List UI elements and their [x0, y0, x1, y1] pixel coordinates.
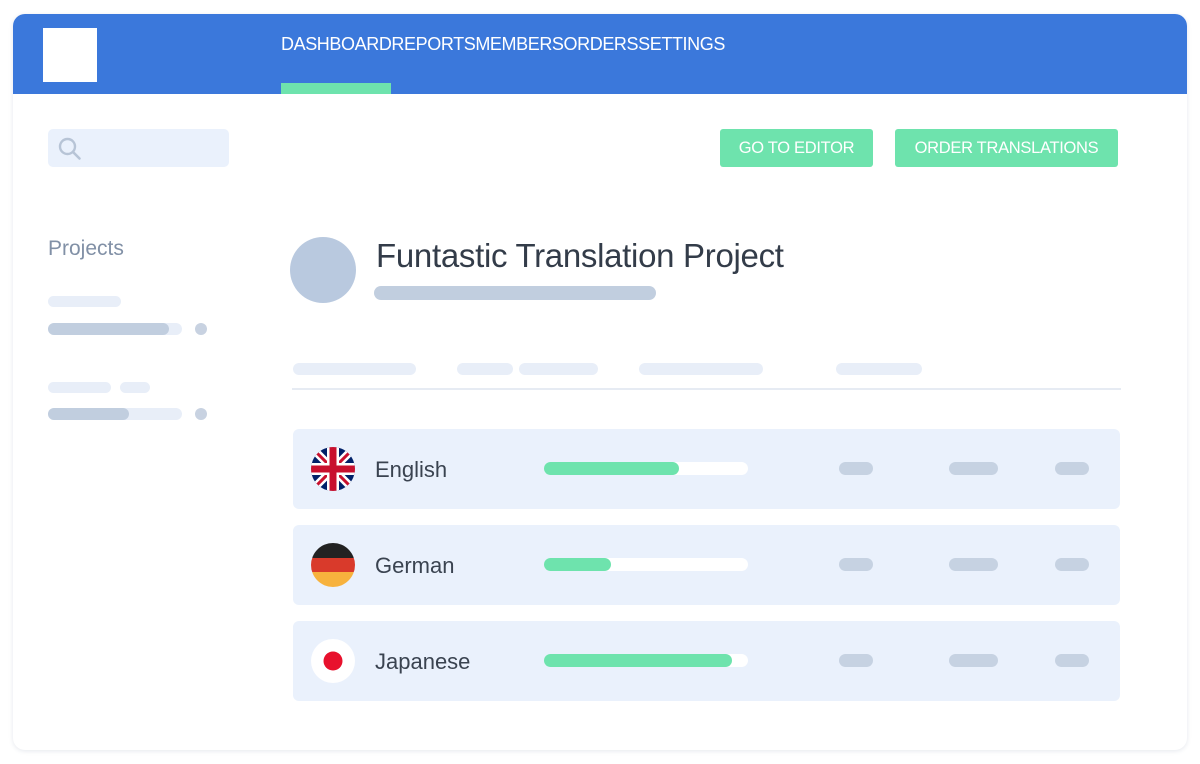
column-header-placeholder — [519, 363, 598, 375]
app-logo[interactable] — [43, 28, 97, 82]
row-value-placeholder — [1055, 654, 1089, 667]
translation-progress-bar — [544, 462, 748, 475]
language-row-german[interactable]: German — [293, 525, 1120, 605]
language-row-japanese[interactable]: Japanese — [293, 621, 1120, 701]
search-icon — [58, 137, 81, 160]
project-placeholder-fill — [48, 323, 169, 335]
main-nav: DASHBOARD REPORTS MEMBERS ORDERS SETTING… — [281, 14, 725, 94]
app-window: DASHBOARD REPORTS MEMBERS ORDERS SETTING… — [13, 14, 1187, 750]
translation-progress-fill — [544, 654, 732, 667]
project-placeholder-fill — [48, 408, 129, 420]
nav-item-reports[interactable]: REPORTS — [391, 14, 475, 84]
project-title: Funtastic Translation Project — [376, 237, 784, 274]
column-header-placeholder — [639, 363, 763, 375]
column-header-placeholder — [836, 363, 922, 375]
row-value-placeholder — [949, 654, 998, 667]
project-placeholder-label — [120, 382, 150, 393]
nav-item-dashboard[interactable]: DASHBOARD — [281, 14, 392, 94]
germany-flag-icon — [311, 543, 355, 587]
language-row-english[interactable]: English — [293, 429, 1120, 509]
nav-item-settings[interactable]: SETTINGS — [638, 14, 725, 84]
row-value-placeholder — [839, 558, 873, 571]
search-input[interactable] — [48, 129, 229, 167]
table-divider — [292, 388, 1121, 390]
top-navigation-bar: DASHBOARD REPORTS MEMBERS ORDERS SETTING… — [13, 14, 1187, 94]
translation-progress-fill — [544, 558, 612, 571]
project-avatar — [290, 237, 356, 303]
project-subtitle-placeholder — [374, 286, 656, 300]
project-placeholder-label — [48, 296, 121, 307]
row-value-placeholder — [949, 462, 998, 475]
project-placeholder-label — [48, 382, 111, 393]
translation-progress-fill — [544, 462, 679, 475]
translation-progress-bar — [544, 558, 748, 571]
project-status-dot — [195, 323, 207, 335]
japan-flag-icon — [311, 639, 355, 683]
translation-progress-bar — [544, 654, 748, 667]
row-value-placeholder — [1055, 558, 1089, 571]
row-value-placeholder — [839, 462, 873, 475]
row-value-placeholder — [839, 654, 873, 667]
row-value-placeholder — [949, 558, 998, 571]
go-to-editor-button[interactable]: GO TO EDITOR — [720, 129, 873, 167]
project-status-dot — [195, 408, 207, 420]
language-name: Japanese — [375, 649, 471, 674]
uk-flag-icon — [311, 447, 355, 491]
column-header-placeholder — [293, 363, 416, 375]
row-value-placeholder — [1055, 462, 1089, 475]
projects-heading: Projects — [48, 237, 124, 260]
nav-item-orders[interactable]: ORDERS — [564, 14, 639, 84]
language-name: German — [375, 553, 455, 578]
order-translations-button[interactable]: ORDER TRANSLATIONS — [895, 129, 1118, 167]
nav-item-members[interactable]: MEMBERS — [475, 14, 564, 84]
column-header-placeholder — [457, 363, 513, 375]
language-name: English — [375, 457, 448, 482]
